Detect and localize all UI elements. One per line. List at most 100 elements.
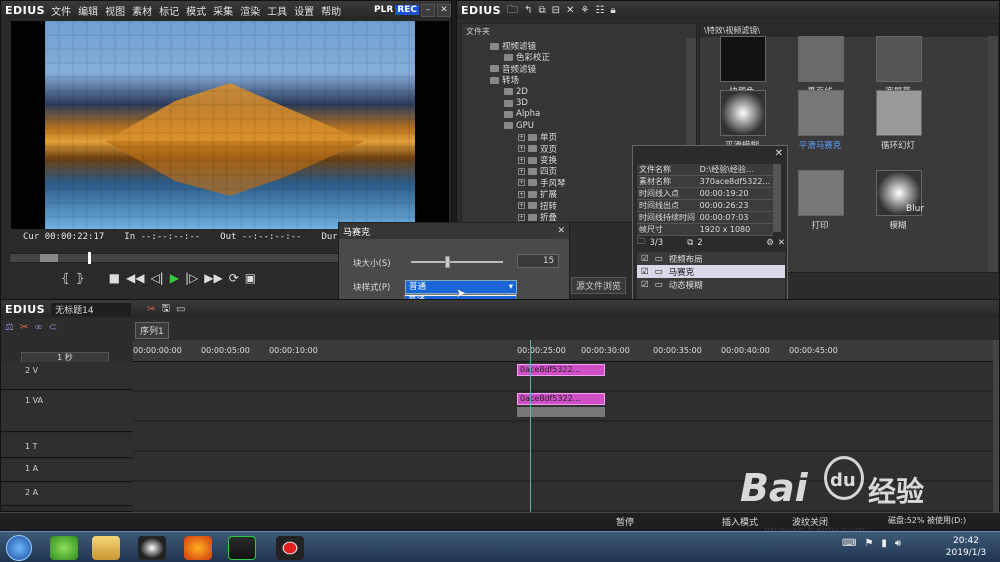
expand-icon[interactable]: + [518,202,525,210]
taskbar-clock[interactable]: 20:42 2019/1/3 [938,535,994,559]
save-icon[interactable]: 🖫 [161,301,170,318]
effect-thumb-6[interactable] [798,170,844,216]
output-icon[interactable]: ▣ [245,271,256,285]
menu-item-2[interactable]: 视图 [105,7,125,18]
cut-icon[interactable]: ✂ [20,322,28,333]
menu-item-6[interactable]: 采集 [213,7,233,18]
folder-icon[interactable]: 🗀 [507,1,518,20]
link-icon[interactable]: ∞ [34,322,42,333]
info-close-icon[interactable]: ✕ [775,148,783,159]
track-header-2a[interactable]: 2 A [1,484,133,506]
qq-icon[interactable] [138,536,166,560]
mark-in-icon[interactable]: ⦃ [61,271,70,285]
effect-thumb-1[interactable] [798,36,844,82]
timeline-ruler[interactable]: 00:00:00:00 00:00:05:00 00:00:10:00 00:00:2… [133,340,995,362]
menu-item-4[interactable]: 标记 [159,7,179,18]
close-icon[interactable]: ✕ [437,3,451,17]
track-header-1va[interactable]: 1 VA [1,392,133,432]
menu-item-1[interactable]: 编辑 [78,7,98,18]
tree-item-13[interactable]: + 扩展 [518,188,557,200]
tree-item-3[interactable]: 转场 [490,74,519,86]
prev-frame-icon[interactable]: ◁| [150,271,163,285]
tree-item-6[interactable]: Alpha [504,108,540,120]
tree-item-7[interactable]: GPU [504,120,534,132]
dropdown-arrow-icon[interactable]: ▾ [509,281,513,293]
slider-thumb[interactable] [445,256,450,268]
tree-item-2[interactable]: 音频滤镜 [490,63,536,75]
firefox-icon[interactable] [184,536,212,560]
filter-item[interactable]: ☑ ▭ 动态模糊 [637,278,785,291]
tray-flag-icon[interactable]: ⚑ [864,538,873,549]
filter-checkbox[interactable]: ☑ [641,267,649,277]
filter-item[interactable]: ☑ ▭ 视频布局 [637,252,785,265]
menu-item-0[interactable]: 文件 [51,7,71,18]
expand-icon[interactable]: + [518,156,525,164]
player-scrubber[interactable] [9,252,341,264]
file-explorer-icon[interactable] [92,536,120,560]
block-size-input[interactable]: 15 [517,254,559,268]
filter-checkbox[interactable]: ☑ [641,254,649,264]
new-sequence-icon[interactable]: ▭ [176,304,185,315]
expand-icon[interactable]: + [518,213,525,221]
source-browser-tab[interactable]: 源文件浏览 [571,277,627,294]
tree-item-12[interactable]: + 手风琴 [518,177,566,189]
track-header-1a[interactable]: 1 A [1,460,133,482]
tray-volume-icon[interactable]: 🔊︎ [895,538,901,549]
fast-forward-icon[interactable]: ▶▶ [204,271,222,285]
track-header-1t[interactable]: 1 T [1,438,133,458]
stop-icon[interactable]: ■ [109,271,120,285]
filter-settings-icon[interactable]: ⚙ [766,238,774,248]
playhead-marker[interactable] [88,252,91,264]
up-folder-icon[interactable]: ↰ [524,5,532,16]
edit-mode-icon[interactable]: ✂ [147,304,155,315]
gallery-scrollbar[interactable] [988,36,998,272]
rec-label[interactable]: REC [395,5,419,15]
sync-lock-icon[interactable]: ⚖ [5,322,14,333]
timeline-scrollbar[interactable] [993,340,999,512]
effect-thumb-2[interactable] [876,36,922,82]
tray-keyboard-icon[interactable]: ⌨ [842,538,856,549]
tree-item-9[interactable]: + 双页 [518,143,557,155]
tree-item-4[interactable]: 2D [504,86,528,98]
effect-thumb-0[interactable] [720,36,766,82]
dialog-close-icon[interactable]: ✕ [557,226,565,236]
expand-icon[interactable]: + [518,190,525,198]
filter-item[interactable]: ☑ ▭ 马赛克 [637,265,785,278]
effect-icon[interactable]: ⚘ [580,5,589,16]
menu-item-7[interactable]: 渲染 [240,7,260,18]
mark-out-icon[interactable]: ⦄ [76,271,85,285]
expand-icon[interactable]: + [518,179,525,187]
tree-item-0[interactable]: 视频滤镜 [490,40,536,52]
recorder-icon[interactable] [276,536,304,560]
effect-thumb-3[interactable] [720,90,766,136]
menu-item-5[interactable]: 模式 [186,7,206,18]
menu-item-3[interactable]: 素材 [132,7,152,18]
block-size-slider[interactable] [411,256,503,268]
filter-remove-icon[interactable]: ✕ [778,238,785,248]
tree-item-10[interactable]: + 变换 [518,154,557,166]
copy-icon[interactable]: ⧉ [538,5,545,16]
plr-label[interactable]: PLR [374,5,393,15]
loop-icon[interactable]: ⟳ [229,271,239,285]
group-icon[interactable]: ⊂ [49,322,57,333]
effect-thumb-5[interactable] [876,90,922,136]
layout-icon[interactable]: ⊟ [552,5,560,16]
timeline-cursor[interactable] [530,340,531,512]
tree-item-14[interactable]: + 扭转 [518,200,557,212]
media-app-icon[interactable] [50,536,78,560]
tree-item-11[interactable]: + 四页 [518,165,557,177]
menu-item-8[interactable]: 工具 [267,7,287,18]
next-frame-icon[interactable]: |▷ [185,271,198,285]
delete-icon[interactable]: ✕ [566,5,574,16]
menu-item-9[interactable]: 设置 [294,7,314,18]
expand-icon[interactable]: + [518,145,525,153]
menu-item-10[interactable]: 帮助 [321,7,341,18]
tree-item-5[interactable]: 3D [504,97,528,109]
info-scrollbar[interactable] [773,164,781,232]
rewind-icon[interactable]: ◀◀ [126,271,144,285]
play-icon[interactable]: ▶ [170,271,179,285]
tree-item-8[interactable]: + 单页 [518,131,557,143]
sequence-tab[interactable]: 序列1 [135,322,169,339]
edius-icon[interactable] [228,536,256,560]
filter-checkbox[interactable]: ☑ [641,280,649,290]
